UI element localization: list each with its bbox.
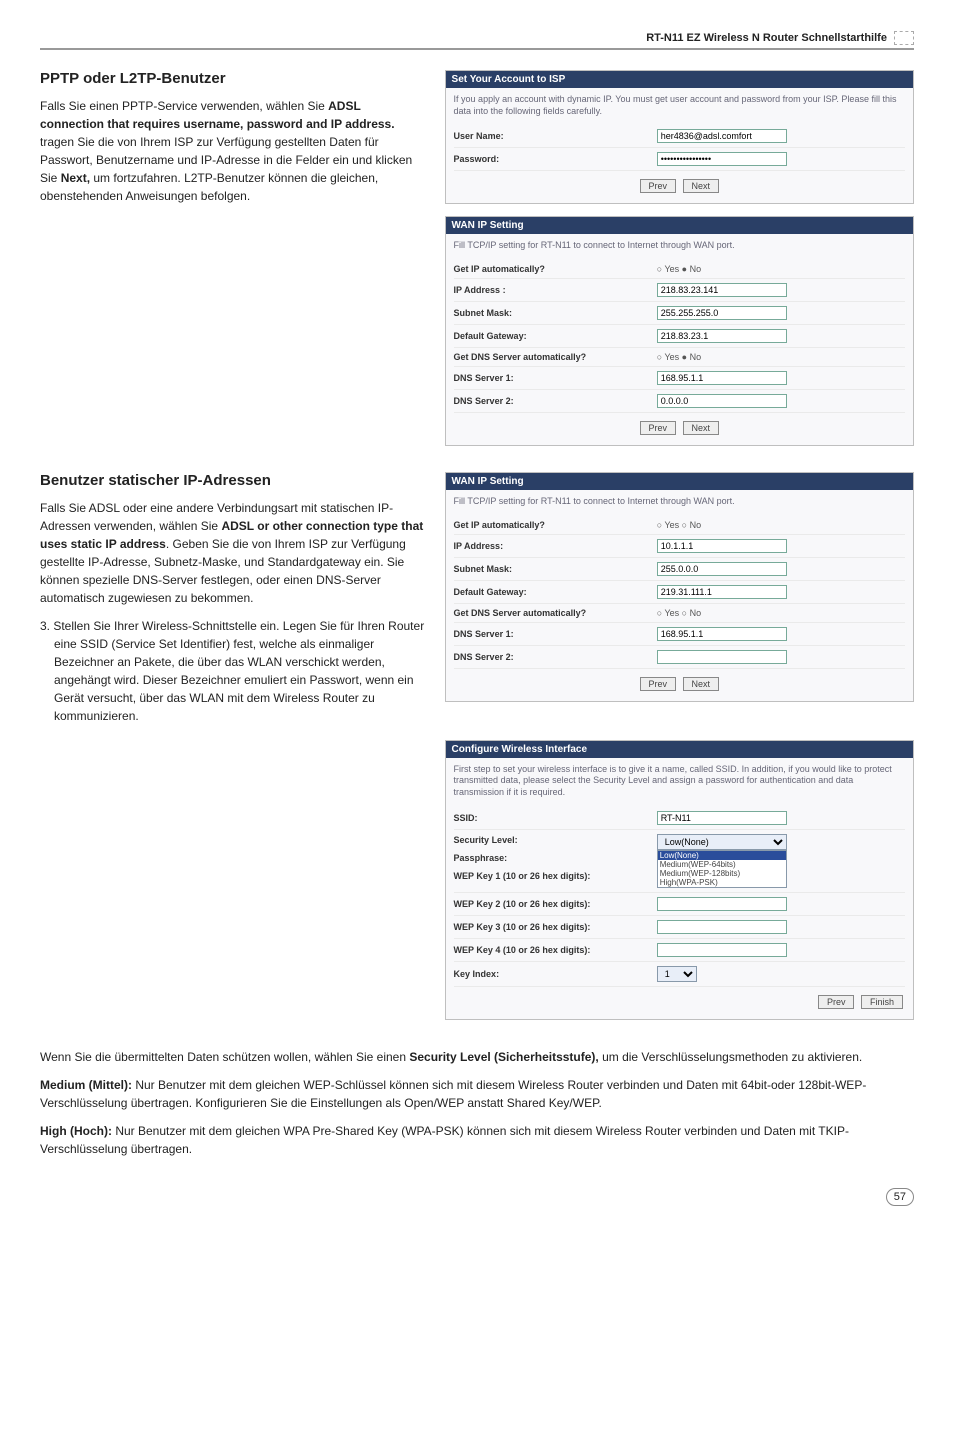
wifi-panel: Configure Wireless Interface First step … xyxy=(445,740,914,1020)
wan1-dns2-label: DNS Server 2: xyxy=(454,396,657,406)
wan2-mask-input[interactable] xyxy=(657,562,787,576)
isp-panel-title: Set Your Account to ISP xyxy=(446,71,913,88)
sec-opt-medium128[interactable]: Medium(WEP-128bits) xyxy=(658,869,786,878)
wan1-ip-label: IP Address : xyxy=(454,285,657,295)
next-button[interactable]: Next xyxy=(683,677,720,691)
wan2-ip-input[interactable] xyxy=(657,539,787,553)
bottom-p3: High (Hoch): Nur Benutzer mit dem gleich… xyxy=(40,1122,914,1158)
next-button[interactable]: Next xyxy=(683,421,720,435)
wan2-gw-input[interactable] xyxy=(657,585,787,599)
isp-panel-desc: If you apply an account with dynamic IP.… xyxy=(454,94,905,117)
wan2-ip-label: IP Address: xyxy=(454,541,657,551)
ssid-input[interactable] xyxy=(657,811,787,825)
wan1-dnsauto-radio[interactable]: ○ Yes ● No xyxy=(657,352,905,362)
router-icon xyxy=(894,31,914,45)
wan1-title: WAN IP Setting xyxy=(446,217,913,234)
passphrase-label: Passphrase: xyxy=(454,853,657,863)
wan2-desc: Fill TCP/IP setting for RT-N11 to connec… xyxy=(454,496,905,508)
wan2-gw-label: Default Gateway: xyxy=(454,587,657,597)
wan1-ipauto-radio[interactable]: ○ Yes ● No xyxy=(657,264,905,274)
wep2-label: WEP Key 2 (10 or 26 hex digits): xyxy=(454,899,657,909)
sec-opt-low[interactable]: Low(None) xyxy=(658,851,786,860)
wan1-panel: WAN IP Setting Fill TCP/IP setting for R… xyxy=(445,216,914,446)
ssid-label: SSID: xyxy=(454,813,657,823)
prev-button[interactable]: Prev xyxy=(818,995,855,1009)
wep4-label: WEP Key 4 (10 or 26 hex digits): xyxy=(454,945,657,955)
wan2-dns2-label: DNS Server 2: xyxy=(454,652,657,662)
wep1-label: WEP Key 1 (10 or 26 hex digits): xyxy=(454,871,657,881)
key-index-select[interactable]: 1 xyxy=(657,966,697,982)
wan1-mask-label: Subnet Mask: xyxy=(454,308,657,318)
isp-panel: Set Your Account to ISP If you apply an … xyxy=(445,70,914,204)
section1-heading: PPTP oder L2TP-Benutzer xyxy=(40,70,425,87)
sec-opt-high[interactable]: High(WPA-PSK) xyxy=(658,878,786,887)
wan1-ip-input[interactable] xyxy=(657,283,787,297)
section2-heading: Benutzer statischer IP-Adressen xyxy=(40,472,425,489)
sec-level-dropdown[interactable]: Low(None) Medium(WEP-64bits) Medium(WEP-… xyxy=(657,850,787,888)
key-index-label: Key Index: xyxy=(454,969,657,979)
wan2-mask-label: Subnet Mask: xyxy=(454,564,657,574)
password-input[interactable] xyxy=(657,152,787,166)
wan1-dns1-label: DNS Server 1: xyxy=(454,373,657,383)
wep3-label: WEP Key 3 (10 or 26 hex digits): xyxy=(454,922,657,932)
wan2-dnsauto-label: Get DNS Server automatically? xyxy=(454,608,657,618)
wep2-input[interactable] xyxy=(657,897,787,911)
wan1-ipauto-label: Get IP automatically? xyxy=(454,264,657,274)
user-name-input[interactable] xyxy=(657,129,787,143)
wep3-input[interactable] xyxy=(657,920,787,934)
finish-button[interactable]: Finish xyxy=(861,995,903,1009)
wan2-dnsauto-radio[interactable]: ○ Yes ○ No xyxy=(657,608,905,618)
password-label: Password: xyxy=(454,154,657,164)
wep4-input[interactable] xyxy=(657,943,787,957)
wan1-dns2-input[interactable] xyxy=(657,394,787,408)
next-button[interactable]: Next xyxy=(683,179,720,193)
header-title: RT-N11 EZ Wireless N Router Schnellstart… xyxy=(646,32,887,44)
page-number: 57 xyxy=(40,1188,914,1206)
wan2-dns1-label: DNS Server 1: xyxy=(454,629,657,639)
wan2-ipauto-radio[interactable]: ○ Yes ○ No xyxy=(657,520,905,530)
wan2-title: WAN IP Setting xyxy=(446,473,913,490)
wan2-dns2-input[interactable] xyxy=(657,650,787,664)
wan1-gw-label: Default Gateway: xyxy=(454,331,657,341)
list-item-3: 3. Stellen Sie Ihrer Wireless-Schnittste… xyxy=(54,617,425,725)
section2-para: Falls Sie ADSL oder eine andere Verbindu… xyxy=(40,499,425,607)
wan2-ipauto-label: Get IP automatically? xyxy=(454,520,657,530)
wan1-mask-input[interactable] xyxy=(657,306,787,320)
page-header: RT-N11 EZ Wireless N Router Schnellstart… xyxy=(40,30,914,50)
wan1-dns1-input[interactable] xyxy=(657,371,787,385)
prev-button[interactable]: Prev xyxy=(640,677,677,691)
sec-level-select[interactable]: Low(None) xyxy=(657,834,787,850)
user-name-label: User Name: xyxy=(454,131,657,141)
wan1-gw-input[interactable] xyxy=(657,329,787,343)
wan2-panel: WAN IP Setting Fill TCP/IP setting for R… xyxy=(445,472,914,702)
prev-button[interactable]: Prev xyxy=(640,179,677,193)
wifi-desc: First step to set your wireless interfac… xyxy=(454,764,905,799)
sec-level-label: Security Level: xyxy=(454,835,657,845)
bottom-p1: Wenn Sie die übermittelten Daten schütze… xyxy=(40,1048,914,1066)
sec-opt-medium64[interactable]: Medium(WEP-64bits) xyxy=(658,860,786,869)
prev-button[interactable]: Prev xyxy=(640,421,677,435)
wifi-title: Configure Wireless Interface xyxy=(446,741,913,758)
wan1-dnsauto-label: Get DNS Server automatically? xyxy=(454,352,657,362)
section1-para: Falls Sie einen PPTP-Service verwenden, … xyxy=(40,97,425,205)
wan2-dns1-input[interactable] xyxy=(657,627,787,641)
bottom-p2: Medium (Mittel): Nur Benutzer mit dem gl… xyxy=(40,1076,914,1112)
wan1-desc: Fill TCP/IP setting for RT-N11 to connec… xyxy=(454,240,905,252)
